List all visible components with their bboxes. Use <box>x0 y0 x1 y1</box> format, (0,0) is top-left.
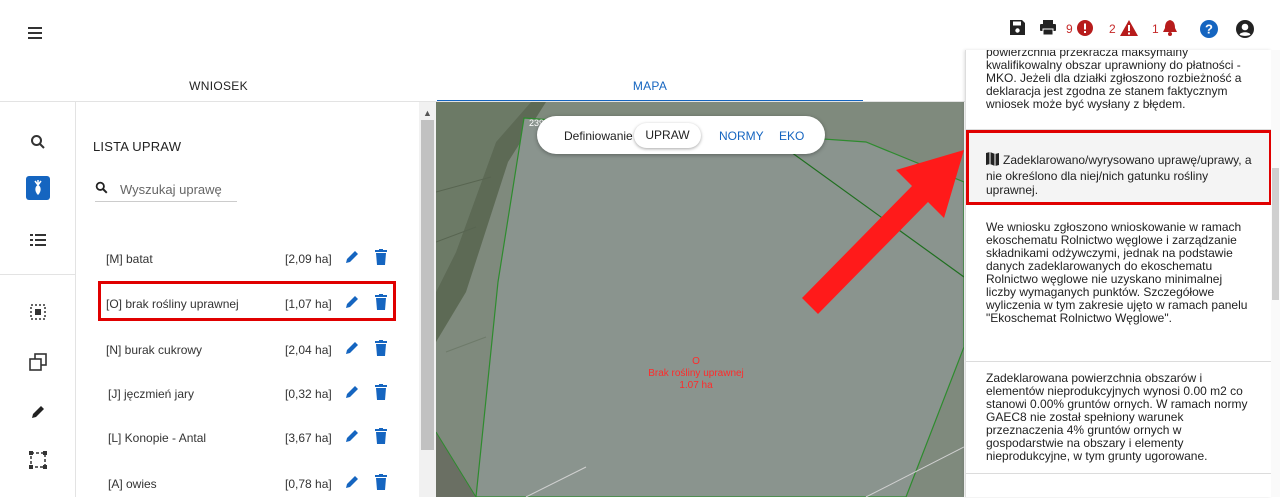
search-icon <box>95 181 108 199</box>
pencil-icon[interactable] <box>26 400 50 424</box>
note-item: Zadeklarowana powierzchnia obszarów i el… <box>966 362 1271 474</box>
edit-icon[interactable] <box>345 475 359 492</box>
scrollbar-thumb[interactable] <box>421 120 434 450</box>
map-mode-toolbar: Definiowanie UPRAW NORMY EKO <box>537 116 825 154</box>
crop-area: [3,67 ha] <box>285 431 332 445</box>
note-line: wniosek może być wysłany z błędem. <box>986 97 1186 111</box>
list-scrollbar[interactable]: ▲ <box>419 102 436 497</box>
crop-list-panel: LISTA UPRAW [M] batat [2,09 ha] [O] brak… <box>77 102 419 497</box>
top-toolbar: 9 2 1 ? <box>1000 20 1280 42</box>
crop-area: [0,78 ha] <box>285 477 332 491</box>
crop-name: [M] batat <box>106 252 153 266</box>
list-item[interactable]: [O] brak rośliny uprawnej [1,07 ha] <box>77 288 419 318</box>
errors-count: 9 <box>1066 22 1073 36</box>
notifications-count: 1 <box>1152 22 1159 36</box>
note-text-content: Zadeklarowano/wyrysowano uprawę/uprawy, … <box>986 153 1252 197</box>
crop-list-title: LISTA UPRAW <box>93 139 182 154</box>
map-view[interactable]: 239 Definiowanie UPRAW NORMY EKO O Brak … <box>436 102 964 497</box>
edit-icon[interactable] <box>345 295 359 312</box>
error-icon[interactable] <box>1077 20 1093 36</box>
notes-scrollbar[interactable] <box>1271 50 1280 497</box>
select-icon[interactable] <box>26 300 50 324</box>
print-icon[interactable] <box>1040 20 1056 35</box>
list-item[interactable]: [N] burak cukrowy [2,04 ha] <box>77 334 419 364</box>
delete-icon[interactable] <box>375 474 387 493</box>
scrollbar-thumb[interactable] <box>1272 168 1279 300</box>
validation-panel: powierzchnia przekracza maksymalny kwali… <box>965 50 1271 497</box>
note-item: We wniosku zgłoszono wnioskowanie w rama… <box>966 212 1271 362</box>
rail-divider <box>0 274 76 275</box>
warning-icon[interactable] <box>1120 20 1138 36</box>
crop-name: [J] jęczmień jary <box>108 387 195 401</box>
edit-icon[interactable] <box>345 385 359 402</box>
toolbar-label: Definiowanie <box>564 129 633 143</box>
copy-icon[interactable] <box>26 350 50 374</box>
delete-icon[interactable] <box>375 294 387 313</box>
crop-search-input[interactable] <box>120 182 230 197</box>
menu-icon[interactable] <box>28 27 42 39</box>
save-icon[interactable] <box>1010 20 1025 35</box>
note-text: Zadeklarowano/wyrysowano uprawę/uprawy, … <box>986 152 1256 197</box>
help-icon[interactable]: ? <box>1200 20 1218 38</box>
area-select-icon[interactable] <box>26 448 50 472</box>
crop-area: [2,09 ha] <box>285 252 332 266</box>
crop-area: [0,32 ha] <box>285 387 332 401</box>
note-text: We wniosku zgłoszono wnioskowanie w rama… <box>986 220 1248 325</box>
crop-icon[interactable] <box>26 176 50 200</box>
list-icon[interactable] <box>26 228 50 252</box>
parcel-code: O <box>692 356 700 367</box>
tab-wniosek[interactable]: WNIOSEK <box>0 72 437 102</box>
crop-name: [N] burak cukrowy <box>106 343 203 357</box>
crop-area: [2,04 ha] <box>285 343 332 357</box>
tab-mapa[interactable]: MAPA <box>437 72 863 102</box>
mode-eko-button[interactable]: EKO <box>779 129 804 143</box>
delete-icon[interactable] <box>375 340 387 359</box>
list-item[interactable]: [A] owies [0,78 ha] <box>77 468 419 498</box>
chevron-up-icon[interactable]: ▲ <box>423 108 432 118</box>
svg-text:?: ? <box>1205 22 1213 37</box>
parcel-label: O Brak rośliny uprawnej 1.07 ha <box>646 356 746 392</box>
parcel-area: 1.07 ha <box>679 380 713 391</box>
account-icon[interactable] <box>1236 20 1254 38</box>
note-item: powierzchnia przekracza maksymalny kwali… <box>966 50 1271 130</box>
tab-mapa-label: MAPA <box>632 79 668 93</box>
delete-icon[interactable] <box>375 384 387 403</box>
search-icon[interactable] <box>26 130 50 154</box>
parcel-name: Brak rośliny uprawnej <box>648 368 744 379</box>
mode-upraw-button[interactable]: UPRAW <box>634 123 701 148</box>
tool-rail <box>0 102 76 497</box>
crop-name: [L] Konopie - Antal <box>108 431 207 445</box>
list-item[interactable]: [M] batat [2,09 ha] <box>77 243 419 273</box>
delete-icon[interactable] <box>375 428 387 447</box>
map-icon <box>986 152 999 169</box>
crop-name: [O] brak rośliny uprawnej <box>106 297 239 311</box>
list-item[interactable]: [L] Konopie - Antal [3,67 ha] <box>77 422 419 452</box>
crop-area: [1,07 ha] <box>285 297 332 311</box>
tab-wniosek-label: WNIOSEK <box>189 79 248 93</box>
edit-icon[interactable] <box>345 341 359 358</box>
mode-normy-button[interactable]: NORMY <box>719 129 764 143</box>
edit-icon[interactable] <box>345 429 359 446</box>
bell-icon[interactable] <box>1163 20 1177 36</box>
crop-search <box>95 178 237 202</box>
edit-icon[interactable] <box>345 250 359 267</box>
note-text: Zadeklarowana powierzchnia obszarów i el… <box>986 371 1248 463</box>
list-item[interactable]: [J] jęczmień jary [0,32 ha] <box>77 378 419 408</box>
delete-icon[interactable] <box>375 249 387 268</box>
map-imagery <box>436 102 964 497</box>
note-item-highlighted[interactable]: Zadeklarowano/wyrysowano uprawę/uprawy, … <box>966 130 1271 205</box>
warnings-count: 2 <box>1109 22 1116 36</box>
crop-name: [A] owies <box>108 477 157 491</box>
